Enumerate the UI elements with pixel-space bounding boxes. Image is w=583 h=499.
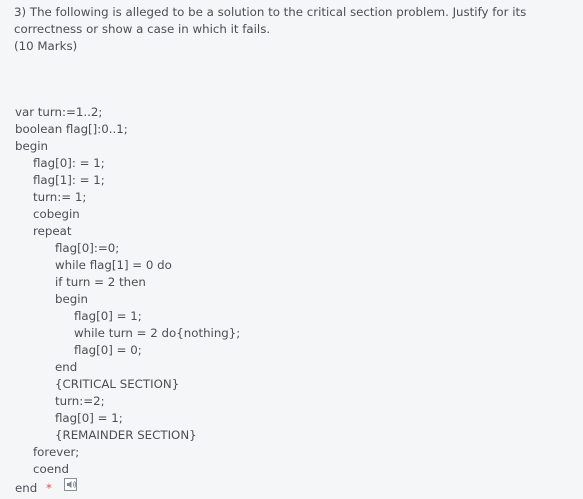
required-marker: * — [45, 481, 52, 495]
code-line: cobegin — [33, 207, 80, 221]
code-line: coend — [33, 462, 69, 476]
code-line: while turn = 2 do{nothing}; — [74, 326, 241, 340]
question-text: 3) The following is alleged to be a solu… — [14, 4, 574, 55]
question-line-2: correctness or show a case in which it f… — [14, 22, 271, 36]
code-line: {CRITICAL SECTION} — [55, 377, 180, 391]
code-line: var turn:=1..2; — [15, 105, 103, 119]
code-line: end — [55, 360, 78, 374]
question-marks: (10 Marks) — [14, 39, 78, 53]
code-end-line: end * — [15, 478, 240, 495]
code-line: boolean flag[]:0..1; — [15, 122, 128, 136]
code-line: begin — [55, 292, 88, 306]
code-line: flag[0] = 1; — [55, 411, 123, 425]
code-line: turn:= 1; — [33, 190, 87, 204]
code-line: flag[0]:=0; — [55, 241, 120, 255]
code-line: flag[1]: = 1; — [33, 173, 105, 187]
code-line: turn:=2; — [55, 394, 105, 408]
code-line: flag[0] = 0; — [74, 343, 142, 357]
code-line: if turn = 2 then — [55, 275, 146, 289]
code-end-label: end — [15, 481, 38, 495]
code-line: {REMAINDER SECTION} — [55, 428, 197, 442]
code-block: var turn:=1..2; boolean flag[]:0..1; beg… — [15, 104, 240, 495]
code-line: flag[0] = 1; — [74, 309, 142, 323]
code-line: while flag[1] = 0 do — [55, 258, 172, 272]
code-line: repeat — [33, 224, 72, 238]
code-line: forever; — [33, 445, 80, 459]
speaker-icon[interactable] — [63, 478, 79, 492]
code-line: flag[0]: = 1; — [33, 156, 105, 170]
question-line-1: 3) The following is alleged to be a solu… — [14, 5, 527, 19]
code-line: begin — [15, 139, 48, 153]
